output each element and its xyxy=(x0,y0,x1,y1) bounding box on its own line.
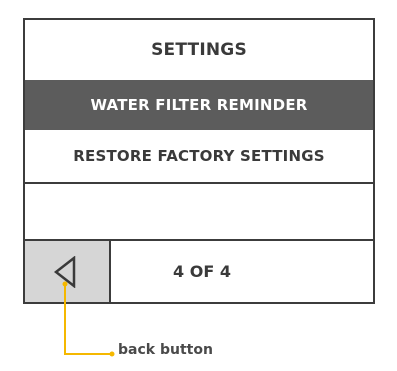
back-button-callout-label: back button xyxy=(118,342,213,358)
back-button-callout-line xyxy=(62,281,115,357)
